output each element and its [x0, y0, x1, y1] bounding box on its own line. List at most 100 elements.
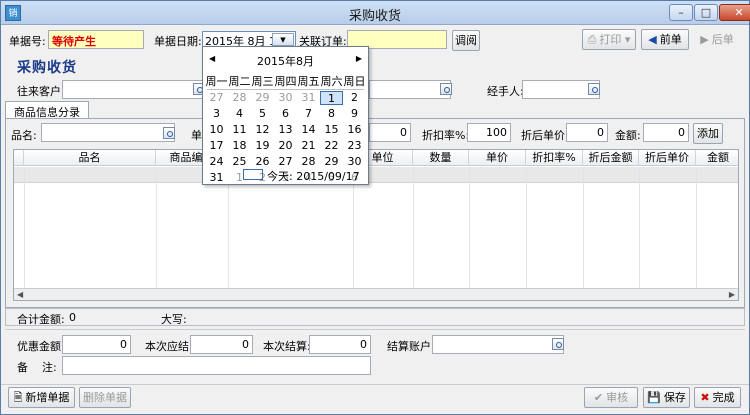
- fetch-button[interactable]: 调阅: [452, 30, 480, 51]
- discount-amount-field[interactable]: 0: [62, 335, 131, 354]
- due-amount-label: 本次应结:: [145, 340, 193, 353]
- calendar-today-link[interactable]: 今天: 2015/09/17: [267, 168, 360, 184]
- customer-extra-lookup-icon[interactable]: [440, 83, 452, 95]
- calendar-month-title[interactable]: 2015年8月: [203, 53, 368, 69]
- calendar-day[interactable]: 6: [274, 107, 297, 121]
- handler-label: 经手人:: [487, 85, 524, 98]
- calendar-day[interactable]: 31: [297, 91, 320, 105]
- settled-amount-field[interactable]: 0: [309, 335, 371, 354]
- calendar-day[interactable]: 30: [274, 91, 297, 105]
- print-button[interactable]: ⎙ 打印 ▾: [582, 29, 636, 50]
- calendar-day[interactable]: 24: [205, 155, 228, 169]
- customer-field[interactable]: [62, 80, 204, 99]
- new-doc-button[interactable]: 🗎 新增单据: [8, 387, 75, 408]
- doc-no-label: 单据号:: [9, 35, 46, 48]
- delete-doc-button[interactable]: 删除单据: [79, 387, 131, 408]
- add-entry-button[interactable]: 添加: [693, 123, 723, 144]
- product-lookup-icon[interactable]: [163, 127, 175, 139]
- scroll-right-icon[interactable]: ▶: [729, 290, 735, 299]
- calendar-day[interactable]: 19: [251, 139, 274, 153]
- calendar-day[interactable]: 22: [320, 139, 343, 153]
- calendar-day[interactable]: 15: [320, 123, 343, 137]
- calendar-day[interactable]: 20: [274, 139, 297, 153]
- next-month-icon[interactable]: ▶: [356, 54, 362, 63]
- calendar-day[interactable]: 29: [320, 155, 343, 169]
- disc-price-field[interactable]: 0: [566, 123, 608, 142]
- today-marker-icon: [243, 169, 263, 180]
- calendar-day[interactable]: 7: [297, 107, 320, 121]
- maximize-button[interactable]: □: [694, 4, 718, 21]
- horizontal-scrollbar[interactable]: ◀ ▶: [14, 288, 738, 300]
- calendar-day[interactable]: 4: [228, 107, 251, 121]
- account-field[interactable]: [432, 335, 564, 354]
- calendar-day[interactable]: 5: [251, 107, 274, 121]
- prev-doc-button[interactable]: ◀ 前单: [641, 29, 689, 50]
- column-header[interactable]: 折后金额: [583, 150, 639, 166]
- calendar-day[interactable]: 25: [228, 155, 251, 169]
- account-lookup-icon[interactable]: [552, 338, 564, 350]
- page-title: 采购收货: [17, 60, 77, 76]
- calendar-weekday-header: 周五: [297, 75, 320, 88]
- purchase-receipt-window: 销 采购收货 – □ ✕ 单据号: 等待产生 单据日期: 2015年 8月 1日…: [0, 0, 750, 415]
- uppercase-amount-label: 大写:: [161, 313, 187, 326]
- close-button[interactable]: ✕: [719, 4, 750, 21]
- calendar-day[interactable]: 17: [205, 139, 228, 153]
- divider: [5, 329, 745, 330]
- qty-field[interactable]: 0: [369, 123, 411, 142]
- calendar-day[interactable]: 13: [274, 123, 297, 137]
- calendar-day[interactable]: 8: [320, 107, 343, 121]
- new-document-icon: 🗎: [13, 391, 23, 404]
- calendar-day[interactable]: 10: [205, 123, 228, 137]
- column-header[interactable]: 数量: [413, 150, 469, 166]
- calendar-day[interactable]: 29: [251, 91, 274, 105]
- calendar-day[interactable]: 26: [251, 155, 274, 169]
- print-label: 打印: [599, 33, 622, 46]
- column-header[interactable]: 品名: [24, 150, 156, 166]
- finish-button[interactable]: ✖ 完成: [694, 387, 741, 408]
- save-button[interactable]: 💾 保存: [643, 387, 690, 408]
- calendar-day[interactable]: 28: [297, 155, 320, 169]
- date-picker-popup[interactable]: ◀ 2015年8月 ▶ 周一 周二 周三 周四 周五 周六 周日 27 28 29 30 31 1 2 3…: [202, 46, 369, 185]
- column-header[interactable]: 折扣率%: [526, 150, 583, 166]
- total-amount-value: 0: [69, 311, 76, 324]
- calendar-day[interactable]: 18: [228, 139, 251, 153]
- column-header[interactable]: 金额: [696, 150, 738, 166]
- calendar-day[interactable]: 3: [205, 107, 228, 121]
- calendar-day[interactable]: 1: [320, 91, 343, 105]
- calendar-day[interactable]: 16: [343, 123, 366, 137]
- handler-lookup-icon[interactable]: [588, 83, 600, 95]
- column-header[interactable]: 折后单价: [639, 150, 696, 166]
- calendar-day[interactable]: 2: [343, 91, 366, 105]
- due-amount-field[interactable]: 0: [190, 335, 253, 354]
- calendar-day[interactable]: 30: [343, 155, 366, 169]
- calendar-day[interactable]: 27: [205, 91, 228, 105]
- totals-bar: [5, 308, 745, 326]
- calendar-dropdown-icon[interactable]: ▼: [272, 33, 294, 46]
- calendar-day[interactable]: 9: [343, 107, 366, 121]
- calendar-day[interactable]: 23: [343, 139, 366, 153]
- calendar-day[interactable]: 14: [297, 123, 320, 137]
- amount-field[interactable]: 0: [643, 123, 689, 142]
- calendar-day[interactable]: 28: [228, 91, 251, 105]
- calendar-day[interactable]: 11: [228, 123, 251, 137]
- minimize-button[interactable]: –: [669, 4, 693, 21]
- customer-extra-field[interactable]: [369, 80, 451, 99]
- scroll-left-icon[interactable]: ◀: [17, 290, 23, 299]
- next-doc-button[interactable]: ▶ 后单: [693, 29, 741, 50]
- tab-product-entries[interactable]: 商品信息分录: [5, 101, 89, 119]
- calendar-day[interactable]: 12: [251, 123, 274, 137]
- discount-rate-field[interactable]: 100: [467, 123, 511, 142]
- calendar-day[interactable]: 31: [205, 171, 228, 185]
- remark-field[interactable]: [62, 356, 371, 375]
- customer-label: 往来客户:: [17, 85, 65, 98]
- product-field[interactable]: [41, 123, 175, 142]
- column-header[interactable]: 单价: [469, 150, 526, 166]
- calendar-day[interactable]: 27: [274, 155, 297, 169]
- table-row[interactable]: [14, 167, 738, 183]
- entries-table[interactable]: 品名 商品编号 单位 数量 单价 折扣率% 折后金额 折后单价 金额 ◀ ▶: [13, 149, 739, 301]
- close-x-icon: ✖: [700, 391, 710, 404]
- audit-button[interactable]: ✔ 审核: [584, 387, 638, 408]
- doc-no-field[interactable]: 等待产生: [48, 30, 144, 49]
- title-bar[interactable]: 销 采购收货 – □ ✕: [1, 1, 750, 25]
- calendar-day[interactable]: 21: [297, 139, 320, 153]
